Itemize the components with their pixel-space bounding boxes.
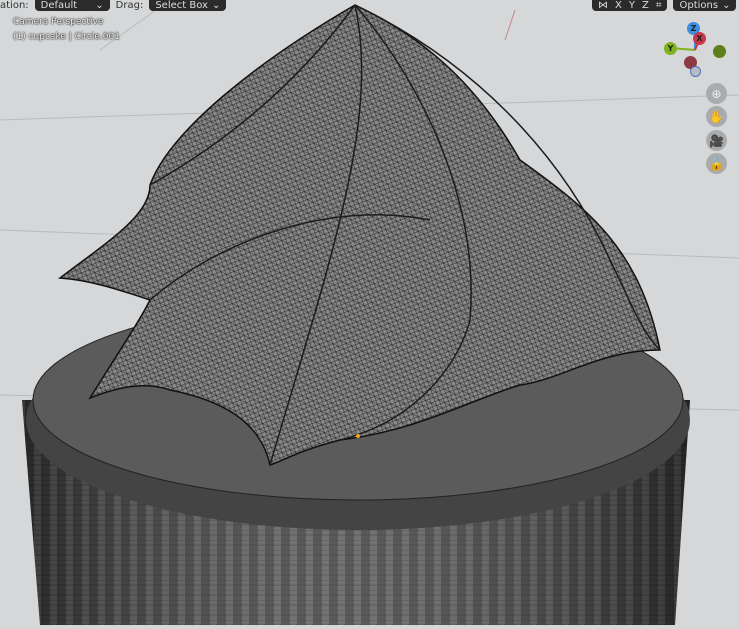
- drag-label: Drag:: [115, 0, 144, 11]
- cupcake-wireframe-render: [0, 0, 739, 625]
- pan-hand-icon[interactable]: ✋: [706, 106, 727, 127]
- mirror-y-toggle[interactable]: Y: [629, 1, 635, 11]
- options-label: Options: [679, 0, 719, 11]
- mirror-x-toggle[interactable]: X: [615, 1, 622, 11]
- gizmo-neg-z-axis[interactable]: [690, 66, 701, 77]
- lock-icon[interactable]: 🔓: [706, 153, 727, 174]
- gizmo-neg-y-axis[interactable]: [713, 45, 726, 58]
- drag-value: Select Box: [155, 0, 208, 11]
- drag-dropdown[interactable]: Select Box ⌄: [149, 0, 227, 11]
- mirror-icon[interactable]: ⋈: [598, 1, 608, 11]
- camera-icon[interactable]: 🎥: [706, 130, 727, 151]
- header-left: ation: Default ⌄ Drag: Select Box ⌄: [0, 0, 227, 11]
- orientation-value: Default: [40, 0, 78, 11]
- orientation-dropdown[interactable]: Default ⌄: [34, 0, 110, 11]
- chevron-down-icon: ⌄: [211, 0, 221, 11]
- topology-icon[interactable]: ⌗: [656, 1, 662, 11]
- chevron-down-icon: ⌄: [95, 0, 104, 11]
- chevron-down-icon: ⌄: [722, 0, 731, 11]
- options-dropdown[interactable]: Options ⌄: [673, 0, 737, 11]
- 3d-viewport[interactable]: ation: Default ⌄ Drag: Select Box ⌄ ⋈ X Y …: [0, 0, 739, 625]
- mirror-z-toggle[interactable]: Z: [642, 1, 649, 11]
- orientation-label: ation:: [0, 0, 29, 11]
- gizmo-x-axis[interactable]: X: [693, 32, 706, 45]
- gizmo-y-axis[interactable]: Y: [664, 42, 677, 55]
- zoom-icon[interactable]: ⊕: [706, 83, 727, 104]
- view-name: Camera Perspective: [13, 17, 104, 27]
- object-info: (1) cupcake | Circle.001: [13, 32, 120, 42]
- object-origin: [356, 434, 360, 438]
- header-right: ⋈ X Y Z ⌗ Options ⌄: [592, 0, 737, 11]
- mirror-axes: ⋈ X Y Z ⌗: [592, 0, 668, 11]
